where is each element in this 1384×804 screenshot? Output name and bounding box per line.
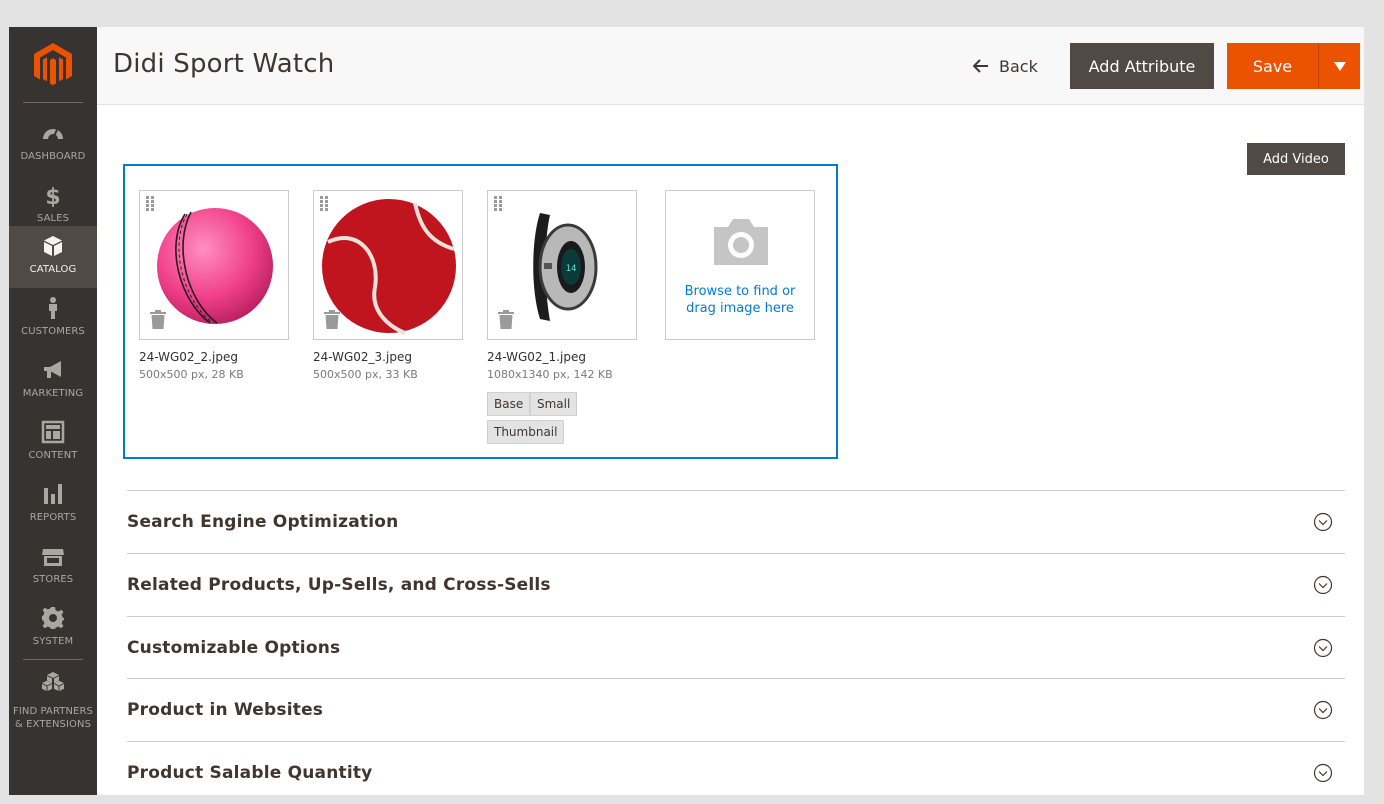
- nav-label: FIND PARTNERS & EXTENSIONS: [9, 705, 97, 731]
- dollar-icon: $: [45, 185, 60, 207]
- nav-label-line: & EXTENSIONS: [14, 719, 92, 730]
- drag-handle-icon[interactable]: [494, 196, 504, 212]
- section-customizable-options[interactable]: Customizable Options: [127, 616, 1345, 679]
- admin-window: DASHBOARD $ SALES CATALOG CUSTOMERS MARK…: [9, 27, 1364, 795]
- section-title: Product in Websites: [127, 700, 324, 720]
- nav-label: STORES: [32, 574, 74, 585]
- nav-label: REPORTS: [29, 512, 77, 523]
- nav-system[interactable]: SYSTEM: [9, 598, 97, 660]
- image-role-thumbnail: Thumbnail: [487, 420, 565, 444]
- section-title: Search Engine Optimization: [127, 512, 399, 532]
- chevron-down-icon[interactable]: [1313, 638, 1333, 658]
- arrow-left-icon: [973, 59, 988, 73]
- section-title: Customizable Options: [127, 638, 341, 658]
- nav-label: MARKETING: [22, 388, 84, 399]
- box-icon: [44, 236, 62, 256]
- image-role-base: Base: [487, 392, 531, 416]
- upload-prompt-line: Browse to find or: [684, 284, 796, 299]
- nav-label: CATALOG: [29, 264, 77, 275]
- logo-divider: [23, 102, 83, 103]
- image-role-small: Small: [530, 392, 578, 416]
- page-title: Didi Sport Watch: [113, 49, 335, 79]
- dashboard-icon: [43, 129, 63, 140]
- nav-label: DASHBOARD: [20, 151, 86, 162]
- nav-divider: [23, 659, 83, 660]
- storefront-icon: [42, 549, 64, 566]
- admin-sidebar: DASHBOARD $ SALES CATALOG CUSTOMERS MARK…: [9, 27, 97, 795]
- nav-label: SALES: [36, 213, 70, 224]
- add-video-button[interactable]: Add Video: [1247, 143, 1345, 175]
- nav-marketing[interactable]: MARKETING: [9, 350, 97, 412]
- nav-reports[interactable]: REPORTS: [9, 474, 97, 536]
- trash-icon[interactable]: [150, 310, 166, 329]
- trash-icon[interactable]: [498, 310, 514, 329]
- nav-customers[interactable]: CUSTOMERS: [9, 288, 97, 350]
- product-image-watch: 14: [533, 213, 598, 321]
- nav-catalog[interactable]: CATALOG: [9, 226, 97, 288]
- layout-icon: [41, 420, 65, 444]
- save-button[interactable]: Save: [1227, 43, 1319, 89]
- image-card[interactable]: [313, 190, 463, 340]
- bar-chart-icon: [44, 484, 62, 504]
- megaphone-icon: [44, 361, 61, 378]
- add-attribute-button[interactable]: Add Attribute: [1070, 43, 1214, 89]
- chevron-down-icon[interactable]: [1313, 512, 1333, 532]
- back-label: Back: [999, 56, 1038, 76]
- section-title: Related Products, Up-Sells, and Cross-Se…: [127, 575, 551, 595]
- section-product-in-websites[interactable]: Product in Websites: [127, 678, 1345, 741]
- nav-stores[interactable]: STORES: [9, 536, 97, 598]
- svg-text:14: 14: [566, 264, 577, 274]
- product-image-red-ball: [322, 199, 456, 335]
- magento-logo-icon[interactable]: [34, 43, 72, 87]
- page-header: Didi Sport Watch Back Add Attribute Save: [97, 27, 1364, 105]
- image-meta: 1080x1340 px, 142 KB: [487, 368, 613, 381]
- caret-down-icon: [1333, 61, 1346, 71]
- svg-text:$: $: [45, 185, 60, 207]
- image-card[interactable]: 14: [487, 190, 637, 340]
- section-product-salable-quantity[interactable]: Product Salable Quantity: [127, 741, 1345, 795]
- back-button[interactable]: Back: [973, 55, 1038, 77]
- image-filename: 24-WG02_1.jpeg: [487, 350, 586, 364]
- nav-label-line: FIND PARTNERS: [12, 706, 94, 717]
- nav-find-partners[interactable]: FIND PARTNERS & EXTENSIONS: [9, 663, 97, 730]
- image-filename: 24-WG02_3.jpeg: [313, 350, 412, 364]
- image-upload-dropzone[interactable]: Browse to find or drag image here: [665, 190, 815, 340]
- image-filename: 24-WG02_2.jpeg: [139, 350, 238, 364]
- chevron-down-icon[interactable]: [1313, 700, 1333, 720]
- image-gallery: 24-WG02_2.jpeg 500x500 px, 28 KB 24-WG02…: [123, 164, 838, 459]
- upload-prompt[interactable]: Browse to find or drag image here: [666, 283, 814, 317]
- chevron-down-icon[interactable]: [1313, 763, 1333, 783]
- product-image-pink-ball: [157, 208, 273, 324]
- cubes-icon: [42, 672, 64, 691]
- image-meta: 500x500 px, 33 KB: [313, 368, 418, 381]
- save-options-toggle[interactable]: [1319, 43, 1360, 89]
- section-related-products[interactable]: Related Products, Up-Sells, and Cross-Se…: [127, 553, 1345, 616]
- section-search-engine-optimization[interactable]: Search Engine Optimization: [127, 490, 1345, 553]
- camera-icon: [714, 219, 768, 265]
- image-card[interactable]: [139, 190, 289, 340]
- nav-content[interactable]: CONTENT: [9, 412, 97, 474]
- image-meta: 500x500 px, 28 KB: [139, 368, 244, 381]
- trash-icon[interactable]: [324, 310, 340, 329]
- chevron-down-icon[interactable]: [1313, 575, 1333, 595]
- nav-label: CONTENT: [28, 450, 78, 461]
- nav-label: SYSTEM: [32, 636, 74, 647]
- gear-icon: [42, 607, 64, 629]
- nav-label: CUSTOMERS: [21, 326, 85, 337]
- nav-dashboard[interactable]: DASHBOARD: [9, 113, 97, 175]
- upload-prompt-line: drag image here: [686, 301, 794, 316]
- section-title: Product Salable Quantity: [127, 763, 373, 783]
- person-icon: [49, 297, 57, 319]
